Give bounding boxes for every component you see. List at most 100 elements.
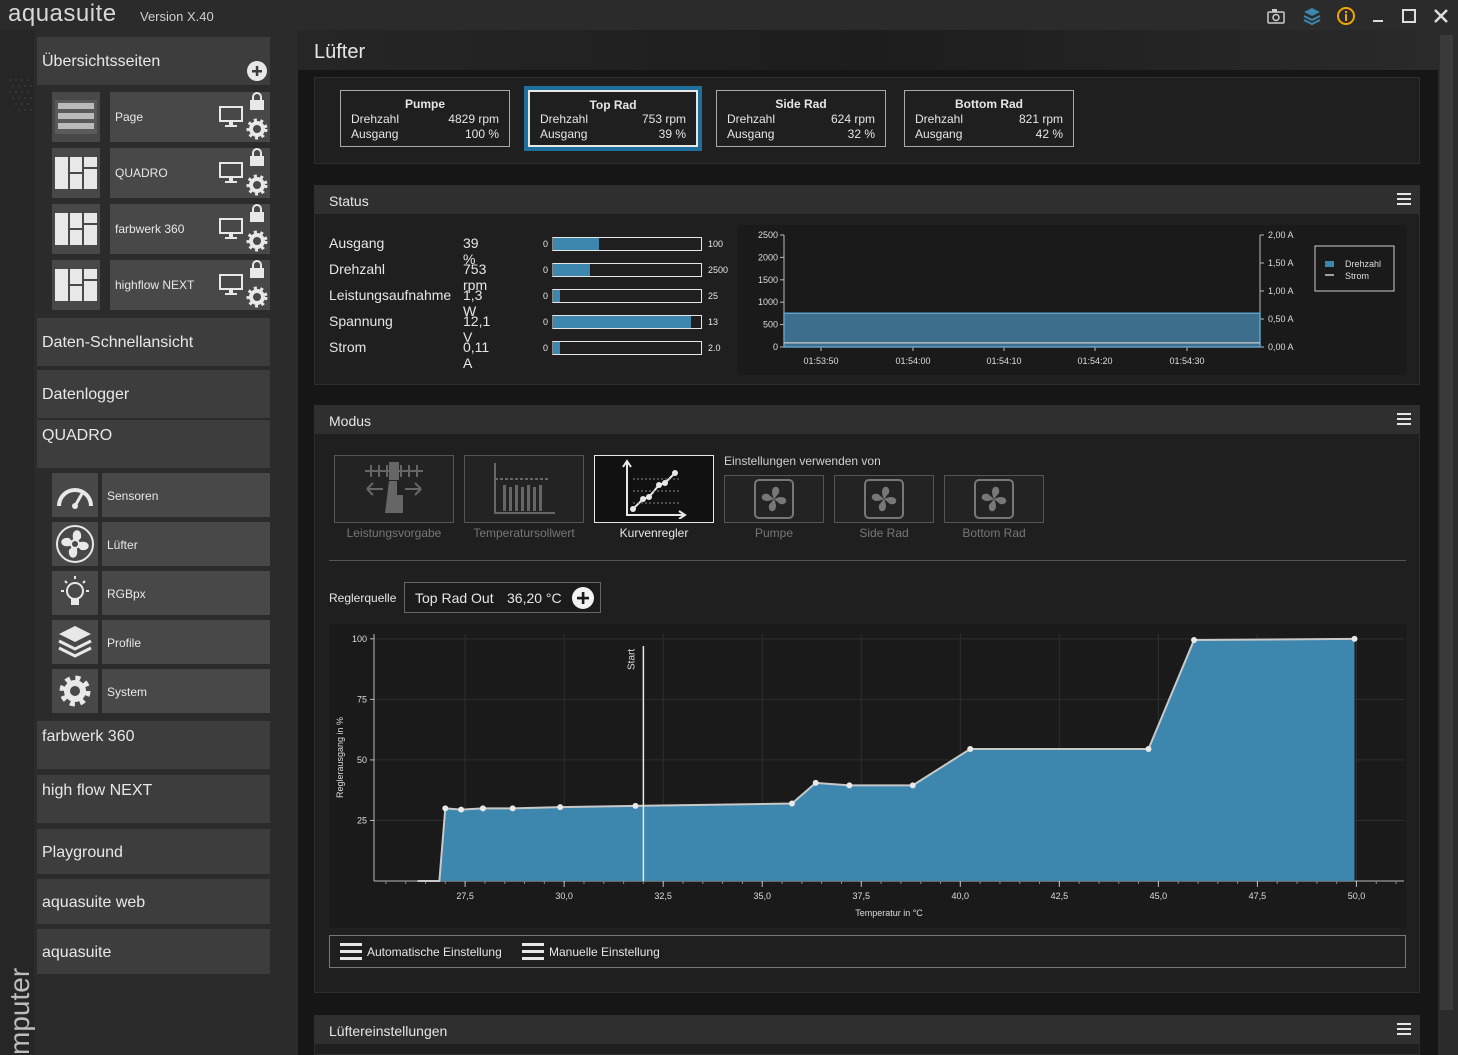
scrollbar[interactable] — [1440, 35, 1453, 1010]
y-tick-label: 0 — [773, 342, 778, 352]
x-tick-label: 01:54:30 — [1169, 356, 1204, 366]
panel-header: Status — [315, 186, 1419, 214]
page-thumbnail-icon[interactable] — [52, 92, 100, 142]
y2-tick-label: 0,00 A — [1268, 342, 1294, 352]
fan-out-label: Ausgang — [727, 127, 775, 141]
layers-icon[interactable] — [1302, 6, 1322, 26]
chart-background — [738, 225, 1406, 375]
status-min: 0 — [543, 239, 549, 249]
sidebar-module-sensoren[interactable]: Sensoren — [102, 473, 270, 517]
layers-icon[interactable] — [52, 620, 98, 664]
menu-icon[interactable] — [1397, 1023, 1411, 1037]
fan-out-label: Ausgang — [351, 127, 399, 141]
nav-quickview[interactable]: Daten-Schnellansicht — [37, 318, 270, 366]
nav-aquasuite-web[interactable]: aquasuite web — [37, 879, 270, 924]
lock-icon — [250, 92, 264, 110]
auto-setting-button[interactable]: Automatische Einstellung — [367, 945, 502, 959]
add-icon[interactable] — [571, 586, 595, 610]
status-bar — [552, 263, 702, 277]
gear-icon — [246, 118, 268, 140]
x-tick-label: 01:53:50 — [803, 356, 838, 366]
fan-name: Top Rad — [589, 98, 637, 112]
x-tick-label: 01:54:20 — [1077, 356, 1112, 366]
curve-point — [1191, 637, 1198, 644]
status-max: 2500 — [708, 265, 729, 275]
status-bar-fill — [553, 290, 561, 302]
fan-card-bottom-rad[interactable]: Bottom Rad Drehzahl 821 rpm Ausgang 42 % — [904, 90, 1074, 147]
grid-icon[interactable] — [52, 148, 100, 198]
menu-icon — [522, 943, 544, 960]
sidebar-module-luefter[interactable]: Lüfter — [102, 522, 270, 566]
panel-title: Modus — [329, 413, 372, 429]
grid-icon[interactable] — [52, 260, 100, 310]
add-page-icon[interactable] — [246, 60, 268, 82]
status-bar — [552, 341, 702, 355]
nav-device-farbwerk[interactable]: farbwerk 360 — [37, 721, 270, 769]
y-tick-label: 1000 — [758, 297, 778, 307]
mode-leistungsvorgabe-button[interactable] — [334, 455, 454, 523]
page-row-icons — [218, 92, 268, 308]
x-tick-label: 45,0 — [1150, 891, 1168, 901]
fan-out: 39 % — [658, 127, 686, 141]
curve-point — [442, 805, 449, 812]
sidebar-module-system[interactable]: System — [102, 669, 270, 713]
y-tick-label: 500 — [763, 320, 778, 330]
lightbulb-icon[interactable] — [52, 571, 98, 615]
menu-icon[interactable] — [1397, 193, 1411, 207]
fan-icon — [864, 479, 904, 519]
regler-source-field[interactable]: Top Rad Out 36,20 °C — [404, 582, 601, 613]
camera-icon[interactable] — [1266, 6, 1286, 26]
nav-device-label: high flow NEXT — [42, 782, 153, 799]
fan-card-side-rad[interactable]: Side Rad Drehzahl 624 rpm Ausgang 32 % — [716, 90, 886, 147]
curve-toolbar: Automatische Einstellung Manuelle Einste… — [329, 935, 1406, 968]
y-tick-label: 2000 — [758, 252, 778, 262]
x-tick-label: 01:54:00 — [895, 356, 930, 366]
main-header — [298, 30, 1438, 70]
nav-device-highflow[interactable]: high flow NEXT — [37, 775, 270, 823]
curve-chart[interactable]: 25 50 75 100 27,5 30,0 32,5 35,0 37,5 40,0 42,5 45,… — [329, 624, 1406, 928]
mode-kurvenregler-button[interactable] — [594, 455, 714, 523]
sidebar-module-profile[interactable]: Profile — [102, 620, 270, 664]
legend-label: Drehzahl — [1345, 259, 1381, 269]
left-strip — [0, 30, 34, 1055]
x-tick-label: 47,5 — [1249, 891, 1267, 901]
close-icon[interactable] — [1431, 6, 1451, 26]
mode-label: Temperatursollwert — [473, 526, 575, 540]
fan-icon[interactable] — [52, 522, 98, 566]
source-bottom-rad-button[interactable] — [944, 475, 1044, 523]
x-tick-label: 42,5 — [1051, 891, 1069, 901]
gauge-icon[interactable] — [52, 473, 98, 517]
source-side-rad-button[interactable] — [834, 475, 934, 523]
legend-label: Strom — [1345, 271, 1369, 281]
mode-temperatursollwert-button[interactable] — [464, 455, 584, 523]
fan-card-pumpe[interactable]: Pumpe Drehzahl 4829 rpm Ausgang 100 % — [340, 90, 510, 147]
status-max: 25 — [708, 291, 719, 301]
fan-rpm-label: Drehzahl — [915, 112, 964, 126]
nav-device-quadro[interactable]: QUADRO — [37, 420, 270, 468]
minimize-icon[interactable] — [1368, 6, 1388, 26]
nav-playground[interactable]: Playground — [37, 829, 270, 874]
curve-point — [479, 805, 486, 812]
source-pumpe-button[interactable] — [724, 475, 824, 523]
status-min: 0 — [543, 265, 549, 275]
nav-aquasuite[interactable]: aquasuite — [37, 929, 270, 974]
menu-icon[interactable] — [1397, 413, 1411, 427]
maximize-icon[interactable] — [1399, 6, 1419, 26]
gear-icon[interactable] — [52, 669, 98, 713]
fan-out: 100 % — [464, 127, 499, 141]
nav-overview[interactable]: Übersichtsseiten — [37, 37, 270, 85]
fan-out-label: Ausgang — [915, 127, 963, 141]
grid-icon[interactable] — [52, 204, 100, 254]
panel-title: Status — [329, 193, 369, 209]
status-min: 0 — [543, 343, 549, 353]
fan-name: Pumpe — [404, 97, 445, 111]
status-bar — [552, 289, 702, 303]
panel-title: Lüftereinstellungen — [329, 1023, 448, 1039]
sidebar-module-rgbpx[interactable]: RGBpx — [102, 571, 270, 615]
manual-setting-button[interactable]: Manuelle Einstellung — [549, 945, 660, 959]
x-tick-label: 32,5 — [654, 891, 672, 901]
nav-datalogger[interactable]: Datenlogger — [37, 370, 270, 418]
info-icon[interactable] — [1336, 6, 1356, 26]
series-drehzahl-area — [783, 312, 1261, 348]
fan-card-top-rad[interactable]: Top Rad Drehzahl 753 rpm Ausgang 39 % — [524, 86, 702, 151]
